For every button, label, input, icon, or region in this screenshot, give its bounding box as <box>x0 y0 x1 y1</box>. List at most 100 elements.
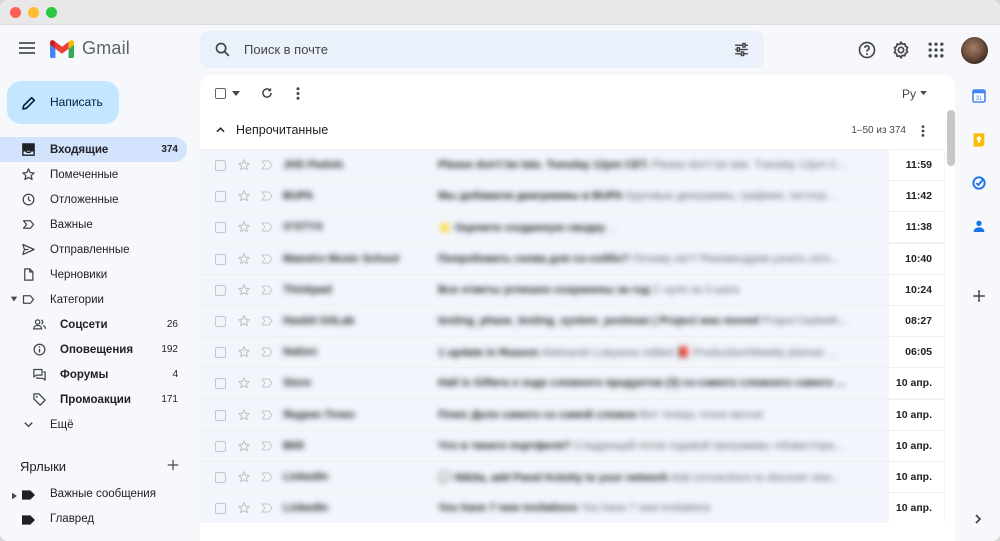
star-toggle-icon[interactable] <box>237 439 251 453</box>
importance-marker-icon[interactable] <box>261 160 273 170</box>
select-all-checkbox[interactable] <box>215 88 226 99</box>
email-row[interactable]: BUPA Мы добавили диаграммы в BUPA Круговы… <box>200 180 945 212</box>
clock-icon <box>22 193 35 206</box>
email-row[interactable]: JHS Pedols Please don't be late. Tuesday … <box>200 149 945 181</box>
star-toggle-icon[interactable] <box>237 283 251 297</box>
language-caret-icon[interactable] <box>920 91 927 96</box>
input-language-selector[interactable]: Ру <box>902 87 916 101</box>
sidebar-item-sent[interactable]: Отправленные <box>0 237 187 262</box>
importance-marker-icon[interactable] <box>261 410 273 420</box>
importance-marker-icon[interactable] <box>261 378 273 388</box>
email-row[interactable]: Thinkpad Все ответы успешно сохранены за … <box>200 273 945 305</box>
importance-marker-icon[interactable] <box>261 222 273 232</box>
email-row[interactable]: O'STYX ⭐ Оцените созданную сводку ... 11:3… <box>200 211 945 243</box>
expand-caret-icon[interactable] <box>10 295 18 303</box>
email-row[interactable]: LinkedIn You have 7 new invitations You h… <box>200 492 945 524</box>
add-addon-icon[interactable] <box>972 289 986 303</box>
row-checkbox[interactable] <box>215 503 226 515</box>
sidebar-item-social[interactable]: Соцсети 26 <box>0 312 187 337</box>
email-subject: Что в твоего портфеля? <box>438 439 571 452</box>
importance-marker-icon[interactable] <box>261 285 273 295</box>
gmail-logo[interactable]: Gmail <box>50 38 130 59</box>
row-checkbox[interactable] <box>215 347 226 359</box>
row-checkbox[interactable] <box>215 191 226 203</box>
row-checkbox[interactable] <box>215 409 226 421</box>
sidebar-item-more[interactable]: Ещё <box>0 412 187 437</box>
sidebar-item-inbox[interactable]: Входящие 374 <box>0 137 187 162</box>
sidebar-item-forums[interactable]: Форумы 4 <box>0 362 187 387</box>
search-bar[interactable] <box>200 31 764 68</box>
star-toggle-icon[interactable] <box>237 376 251 390</box>
row-checkbox[interactable] <box>215 253 226 265</box>
sidebar-label-glavred[interactable]: Главред <box>0 508 187 533</box>
star-toggle-icon[interactable] <box>237 158 251 172</box>
star-toggle-icon[interactable] <box>237 220 251 234</box>
sidebar-item-snoozed[interactable]: Отложенные <box>0 187 187 212</box>
contacts-icon[interactable] <box>971 218 987 234</box>
account-avatar[interactable] <box>961 37 988 64</box>
compose-button[interactable]: Написать <box>7 81 119 124</box>
star-toggle-icon[interactable] <box>237 345 251 359</box>
minimize-window-button[interactable] <box>28 6 39 18</box>
email-row[interactable]: Hasbit GitLab testing_phase_testing_syste… <box>200 304 945 337</box>
search-icon[interactable] <box>214 41 231 58</box>
importance-marker-icon[interactable] <box>261 191 273 201</box>
collapse-chevron-icon[interactable] <box>216 127 225 133</box>
mail-list-scrollbar[interactable] <box>947 110 955 166</box>
star-toggle-icon[interactable] <box>237 470 251 484</box>
email-snippet: You have 7 new invitations <box>580 502 711 515</box>
expand-side-panel-chevron-icon[interactable] <box>975 514 982 524</box>
search-options-icon[interactable] <box>733 41 750 58</box>
sidebar-label-important-messages[interactable]: Важные сообщения <box>0 483 187 508</box>
refresh-icon[interactable] <box>260 86 274 100</box>
sidebar-item-starred[interactable]: Помеченные <box>0 162 187 187</box>
star-toggle-icon[interactable] <box>237 501 251 515</box>
zoom-window-button[interactable] <box>46 6 57 18</box>
importance-marker-icon[interactable] <box>261 441 273 451</box>
row-checkbox[interactable] <box>215 378 226 390</box>
email-row[interactable]: Store Hall is Giftera о ходе сложного про… <box>200 367 945 399</box>
star-toggle-icon[interactable] <box>237 189 251 203</box>
email-row[interactable]: Яндекс Плюс Плюс Дело самого со самой сло… <box>200 398 945 430</box>
importance-marker-icon[interactable] <box>261 347 273 357</box>
sidebar-item-drafts[interactable]: Черновики <box>0 262 187 287</box>
row-checkbox[interactable] <box>215 315 226 327</box>
label-name: Важные сообщения <box>50 488 156 500</box>
search-input[interactable] <box>244 31 704 68</box>
importance-marker-icon[interactable] <box>261 254 273 264</box>
add-label-icon[interactable] <box>166 458 180 472</box>
settings-gear-icon[interactable] <box>891 40 911 60</box>
row-checkbox[interactable] <box>215 160 226 171</box>
keep-notes-icon[interactable] <box>971 132 987 148</box>
close-window-button[interactable] <box>10 6 21 18</box>
email-row[interactable]: Maestro Music School Попробовать снова дл… <box>200 242 945 274</box>
expand-caret-icon[interactable] <box>11 492 18 500</box>
star-toggle-icon[interactable] <box>237 314 251 328</box>
sidebar-item-updates[interactable]: Оповещения 192 <box>0 337 187 362</box>
apps-grid-icon[interactable] <box>926 40 946 60</box>
tasks-icon[interactable] <box>971 175 987 191</box>
row-checkbox[interactable] <box>215 471 226 483</box>
select-options-caret-icon[interactable] <box>232 91 240 97</box>
sidebar-item-important[interactable]: Важные <box>0 212 187 237</box>
sidebar-item-promotions[interactable]: Промоакции 171 <box>0 387 187 412</box>
calendar-icon[interactable]: 31 <box>971 88 987 104</box>
row-checkbox[interactable] <box>215 284 226 296</box>
importance-marker-icon[interactable] <box>261 316 273 326</box>
help-icon[interactable] <box>857 40 877 60</box>
email-row[interactable]: LinkedIn 💬 Nikita, add Pavel Kolotiy to y… <box>200 460 945 493</box>
main-menu-icon[interactable] <box>19 42 35 56</box>
more-actions-icon[interactable] <box>296 87 300 100</box>
email-preview: Все ответы успешно сохранены за год С ну… <box>438 284 853 296</box>
row-checkbox[interactable] <box>215 440 226 452</box>
email-row[interactable]: Nation 1 update in Reason Aleksandr Lukya… <box>200 336 945 368</box>
star-toggle-icon[interactable] <box>237 252 251 266</box>
row-checkbox[interactable] <box>215 222 226 234</box>
section-more-icon[interactable] <box>921 125 925 137</box>
email-row[interactable]: ВКК Что в твоего портфеля? Следующий пото… <box>200 429 945 461</box>
importance-marker-icon[interactable] <box>261 503 273 513</box>
label-tag-icon <box>22 490 35 500</box>
sidebar-item-categories[interactable]: Категории <box>0 287 187 312</box>
star-toggle-icon[interactable] <box>237 408 251 422</box>
importance-marker-icon[interactable] <box>261 472 273 482</box>
